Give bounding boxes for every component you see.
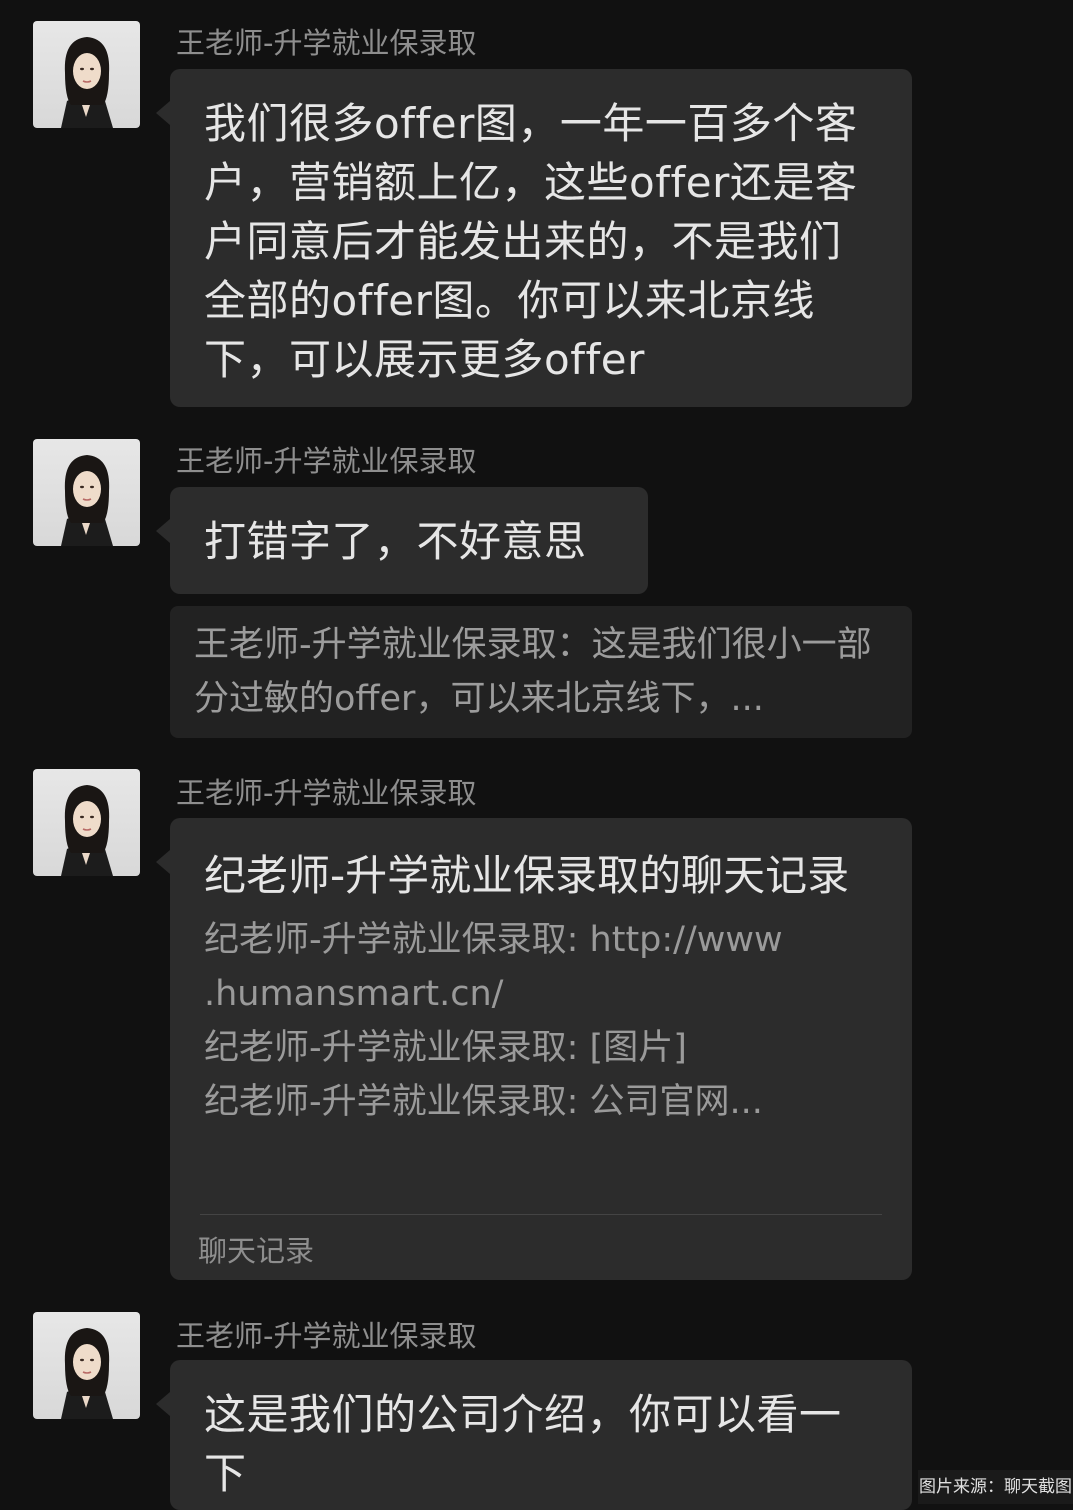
- message-text: 我们很多offer图，一年一百多个客户，营销额上亿，这些offer还是客户同意后…: [204, 99, 858, 384]
- avatar[interactable]: [33, 1312, 140, 1419]
- card-preview: 纪老师-升学就业保录取: http://www .humansmart.cn/ …: [170, 907, 912, 1129]
- message-bubble[interactable]: 我们很多offer图，一年一百多个客户，营销额上亿，这些offer还是客户同意后…: [156, 69, 912, 407]
- divider: [200, 1214, 882, 1215]
- card-title: 纪老师-升学就业保录取的聊天记录: [204, 851, 850, 900]
- message-text: 打错字了，不好意思: [204, 517, 587, 566]
- avatar-woman-icon: [61, 455, 113, 546]
- sender-name: 王老师-升学就业保录取: [176, 444, 477, 478]
- card-preview-line: 纪老师-升学就业保录取: [图片]: [204, 1028, 687, 1068]
- message-bubble[interactable]: 这是我们的公司介绍，你可以看一下: [156, 1360, 912, 1510]
- sender-name: 王老师-升学就业保录取: [176, 776, 477, 810]
- avatar[interactable]: [33, 21, 140, 128]
- message-text: 这是我们的公司介绍，你可以看一下: [204, 1390, 842, 1498]
- avatar-woman-icon: [61, 1328, 113, 1419]
- avatar-woman-icon: [61, 785, 113, 876]
- sender-name: 王老师-升学就业保录取: [176, 26, 477, 60]
- avatar[interactable]: [33, 439, 140, 546]
- card-footer-label: 聊天记录: [198, 1234, 315, 1268]
- avatar-woman-icon: [61, 37, 113, 128]
- card-preview-line: 纪老师-升学就业保录取: http://www: [204, 920, 783, 960]
- message-bubble[interactable]: 打错字了，不好意思: [156, 487, 648, 594]
- avatar[interactable]: [33, 769, 140, 876]
- chat-history-card[interactable]: 纪老师-升学就业保录取的聊天记录 纪老师-升学就业保录取: http://www…: [156, 818, 912, 1280]
- quoted-message[interactable]: 王老师-升学就业保录取：这是我们很小一部分过敏的offer，可以来北京线下，..…: [170, 606, 912, 738]
- card-preview-line: 纪老师-升学就业保录取: 公司官网...: [204, 1082, 763, 1122]
- card-preview-line: .humansmart.cn/: [204, 974, 504, 1014]
- image-source-caption: 图片来源：聊天截图: [918, 1470, 1073, 1504]
- sender-name: 王老师-升学就业保录取: [176, 1319, 477, 1353]
